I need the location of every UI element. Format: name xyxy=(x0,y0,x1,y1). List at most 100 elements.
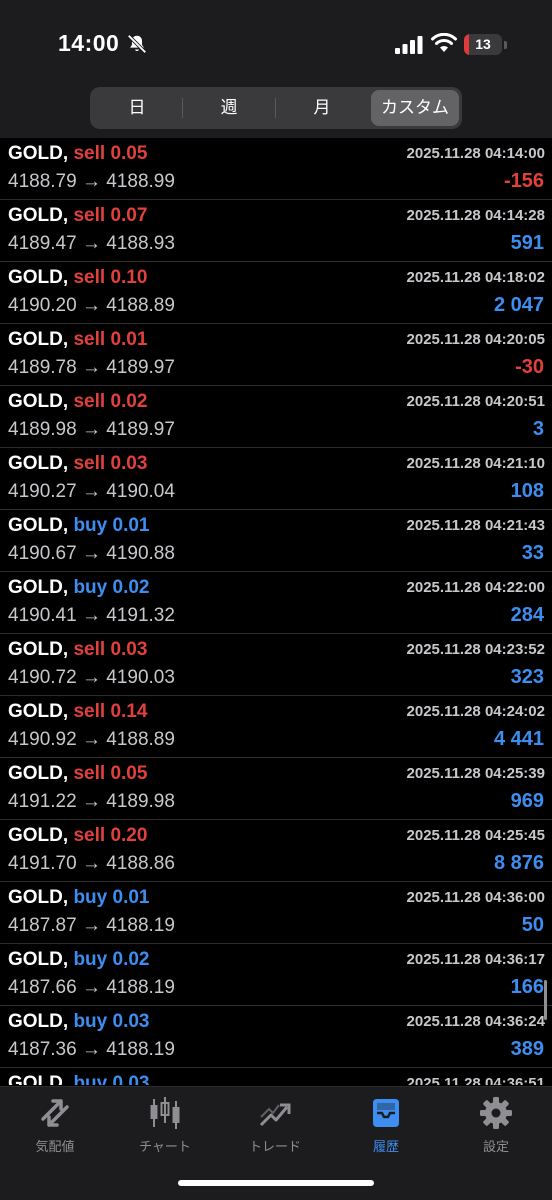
deal-row[interactable]: GOLD, buy 0.02 2025.11.28 04:36:17 4187.66… xyxy=(0,944,552,1006)
deal-time: 2025.11.28 04:14:00 xyxy=(406,145,545,162)
deal-row[interactable]: GOLD, buy 0.01 2025.11.28 04:21:43 4190.67… xyxy=(0,510,552,572)
deal-symbol: GOLD, xyxy=(8,763,69,784)
arrow-icon: → xyxy=(81,171,101,192)
trade-icon xyxy=(259,1103,291,1127)
deal-profit: 4 441 xyxy=(493,728,544,750)
status-time: 14:00 xyxy=(58,30,120,56)
deal-symbol: GOLD, xyxy=(8,205,69,226)
deal-direction: buy xyxy=(73,1073,108,1085)
deal-row[interactable]: GOLD, sell 0.20 2025.11.28 04:25:45 4191.7… xyxy=(0,820,552,882)
deal-prices: 4190.20 → 4188.89 xyxy=(8,295,175,317)
arrow-icon: → xyxy=(81,605,101,626)
deal-time: 2025.11.28 04:25:45 xyxy=(406,827,545,844)
tab-settings[interactable]: 設定 xyxy=(441,1095,551,1155)
deal-profit: -30 xyxy=(515,356,544,378)
scroll-indicator[interactable] xyxy=(544,980,547,1020)
deal-direction: buy xyxy=(73,887,108,908)
deal-direction: buy xyxy=(73,577,108,598)
tab-history[interactable]: 履歴 xyxy=(331,1095,441,1155)
segment-custom[interactable]: カスタム xyxy=(371,90,459,126)
deal-profit: 323 xyxy=(510,666,544,688)
deal-time: 2025.11.28 04:36:00 xyxy=(406,889,545,906)
deal-row[interactable]: GOLD, sell 0.10 2025.11.28 04:18:02 4190.2… xyxy=(0,262,552,324)
deal-profit: 969 xyxy=(510,790,544,812)
deal-profit: 2 047 xyxy=(493,294,544,316)
deal-open-price: 4191.22 xyxy=(8,791,77,812)
deal-symbol: GOLD, xyxy=(8,515,69,536)
deal-close-price: 4190.88 xyxy=(106,543,175,564)
deal-symbol: GOLD, xyxy=(8,143,69,164)
tab-trade[interactable]: トレード xyxy=(220,1095,330,1155)
deal-row[interactable]: GOLD, sell 0.03 2025.11.28 04:23:52 4190.7… xyxy=(0,634,552,696)
arrow-icon: → xyxy=(81,357,101,378)
arrow-icon: → xyxy=(81,419,101,440)
deal-close-price: 4188.99 xyxy=(106,171,175,192)
bell-slash-icon xyxy=(127,34,147,54)
deal-row[interactable]: GOLD, buy 0.01 2025.11.28 04:36:00 4187.87… xyxy=(0,882,552,944)
deal-row[interactable]: GOLD, sell 0.02 2025.11.28 04:20:51 4189.9… xyxy=(0,386,552,448)
deal-history-list[interactable]: GOLD, sell 0.05 2025.11.28 04:14:00 4188.7… xyxy=(0,138,552,1085)
deal-prices: 4190.72 → 4190.03 xyxy=(8,667,175,689)
deal-open-price: 4190.92 xyxy=(8,729,77,750)
deal-row[interactable]: GOLD, buy 0.03 2025.11.28 04:36:51 xyxy=(0,1068,552,1085)
tab-chart[interactable]: チャート xyxy=(110,1095,220,1155)
deal-prices: 4191.70 → 4188.86 xyxy=(8,853,175,875)
deal-symbol: GOLD, xyxy=(8,391,69,412)
arrow-icon: → xyxy=(81,295,101,316)
deal-symbol: GOLD, xyxy=(8,887,69,908)
segment-day[interactable]: 日 xyxy=(93,90,181,126)
deal-prices: 4190.92 → 4188.89 xyxy=(8,729,175,751)
deal-profit: 8 876 xyxy=(493,852,544,874)
deal-row[interactable]: GOLD, sell 0.01 2025.11.28 04:20:05 4189.7… xyxy=(0,324,552,386)
tab-quotes[interactable]: 気配値 xyxy=(0,1095,110,1155)
deal-open-price: 4189.98 xyxy=(8,419,77,440)
gear-icon xyxy=(480,1097,512,1129)
deal-row[interactable]: GOLD, sell 0.05 2025.11.28 04:14:00 4188.7… xyxy=(0,138,552,200)
deal-time: 2025.11.28 04:36:24 xyxy=(406,1013,545,1030)
deal-direction: buy xyxy=(73,515,108,536)
deal-open-price: 4190.67 xyxy=(8,543,77,564)
tab-trade-label: トレード xyxy=(248,1139,301,1154)
segment-week[interactable]: 週 xyxy=(185,90,273,126)
arrow-icon: → xyxy=(81,791,101,812)
deal-time: 2025.11.28 04:22:00 xyxy=(406,579,545,596)
battery-indicator: 13 xyxy=(464,34,502,55)
deal-time: 2025.11.28 04:25:39 xyxy=(406,765,545,782)
deal-title: GOLD, sell 0.07 xyxy=(8,205,147,227)
deal-open-price: 4189.47 xyxy=(8,233,77,254)
deal-row[interactable]: GOLD, sell 0.14 2025.11.28 04:24:02 4190.9… xyxy=(0,696,552,758)
deal-direction: buy xyxy=(73,949,108,970)
deal-direction: sell xyxy=(73,763,106,784)
deal-row[interactable]: GOLD, sell 0.07 2025.11.28 04:14:28 4189.4… xyxy=(0,200,552,262)
deal-title: GOLD, sell 0.10 xyxy=(8,267,147,289)
deal-close-price: 4191.32 xyxy=(106,605,175,626)
deal-profit: 50 xyxy=(521,914,544,936)
deal-direction: buy xyxy=(73,1011,108,1032)
deal-volume: 0.20 xyxy=(110,825,148,846)
deal-profit: 108 xyxy=(510,480,544,502)
deal-volume: 0.03 xyxy=(112,1011,150,1032)
deal-profit: 166 xyxy=(510,976,544,998)
arrow-icon: → xyxy=(81,481,101,502)
deal-volume: 0.05 xyxy=(110,763,148,784)
segment-month[interactable]: 月 xyxy=(278,90,366,126)
deal-close-price: 4190.04 xyxy=(106,481,175,502)
deal-row[interactable]: GOLD, buy 0.02 2025.11.28 04:22:00 4190.41… xyxy=(0,572,552,634)
deal-row[interactable]: GOLD, sell 0.05 2025.11.28 04:25:39 4191.2… xyxy=(0,758,552,820)
deal-prices: 4187.36 → 4188.19 xyxy=(8,1039,175,1061)
deal-time: 2025.11.28 04:14:28 xyxy=(406,207,545,224)
deal-open-price: 4190.72 xyxy=(8,667,77,688)
deal-direction: sell xyxy=(73,639,106,660)
deal-volume: 0.02 xyxy=(112,949,150,970)
deal-title: GOLD, buy 0.01 xyxy=(8,515,150,537)
deal-open-price: 4187.87 xyxy=(8,915,77,936)
home-indicator[interactable] xyxy=(178,1180,374,1186)
deal-row[interactable]: GOLD, sell 0.03 2025.11.28 04:21:10 4190.2… xyxy=(0,448,552,510)
deal-volume: 0.01 xyxy=(110,329,148,350)
arrow-icon: → xyxy=(81,915,101,936)
deal-open-price: 4188.79 xyxy=(8,171,77,192)
tab-chart-label: チャート xyxy=(139,1139,191,1154)
deal-symbol: GOLD, xyxy=(8,329,69,350)
deal-row[interactable]: GOLD, buy 0.03 2025.11.28 04:36:24 4187.36… xyxy=(0,1006,552,1068)
deal-open-price: 4187.66 xyxy=(8,977,77,998)
